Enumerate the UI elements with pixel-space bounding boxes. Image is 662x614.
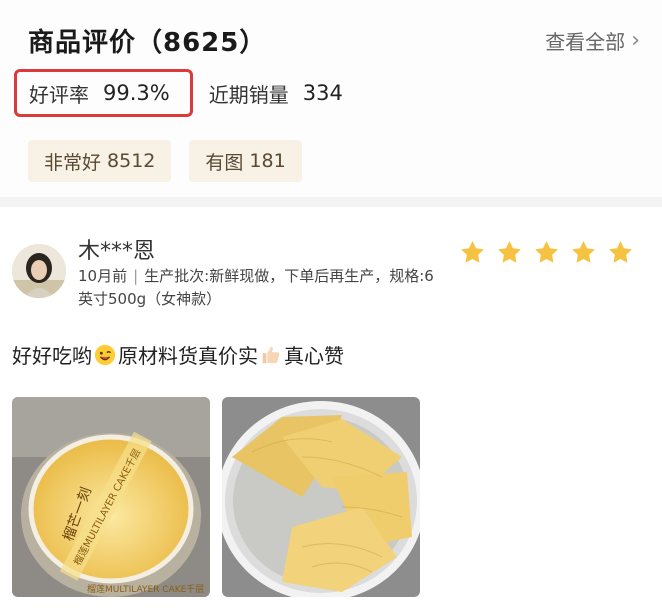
star-rating bbox=[459, 239, 634, 266]
star-icon bbox=[609, 241, 632, 263]
stats-row: 好评率 99.3% 近期销量 334 bbox=[14, 66, 343, 120]
review-photo[interactable]: 榴莲MULTILAYER CAKE千层 榴芒一刻 榴莲MULTILAYER CA… bbox=[12, 397, 210, 597]
recent-sales: 近期销量 334 bbox=[209, 79, 343, 108]
smiley-icon bbox=[94, 344, 116, 365]
product-band-text: 榴莲MULTILAYER CAKE千层 bbox=[87, 583, 204, 595]
positive-rate-label: 好评率 bbox=[29, 82, 89, 107]
reviews-header-card: 商品评价（8625） 查看全部 › 好评率 99.3% 近期销量 334 非常好… bbox=[0, 0, 662, 197]
star-icon bbox=[572, 241, 595, 263]
view-all-link[interactable]: 查看全部 › bbox=[545, 26, 640, 55]
review-tags: 非常好 8512 有图 181 bbox=[28, 140, 302, 182]
view-all-label: 查看全部 bbox=[545, 30, 626, 54]
star-icon bbox=[498, 241, 521, 263]
review-photo[interactable] bbox=[222, 397, 420, 597]
recent-sales-label: 近期销量 bbox=[208, 82, 289, 107]
review-text-part: 真心赞 bbox=[284, 344, 344, 368]
positive-rate-highlight: 好评率 99.3% bbox=[14, 69, 193, 117]
section-divider bbox=[0, 197, 662, 207]
thumbs-up-icon bbox=[262, 346, 280, 363]
review-text: 好好吃哟 原材料货真价实 真心赞 bbox=[12, 340, 344, 369]
tag-with-photos[interactable]: 有图 181 bbox=[189, 140, 302, 182]
star-icon bbox=[535, 241, 558, 263]
chevron-right-icon: › bbox=[631, 28, 640, 53]
avatar[interactable] bbox=[12, 244, 66, 298]
tag-count: 8512 bbox=[107, 150, 156, 172]
review-time: 10月前 bbox=[78, 267, 128, 285]
review-meta: 10月前 | 生产批次:新鲜现做，下单后再生产，规格:6英寸500g（女神款） bbox=[78, 265, 438, 311]
reviewer-username: 木***恩 bbox=[78, 239, 156, 264]
reviews-title: 商品评价（8625） bbox=[28, 28, 267, 58]
tag-count: 181 bbox=[249, 150, 286, 172]
tag-label: 有图 bbox=[205, 151, 244, 174]
review-text-part: 好好吃哟 bbox=[12, 344, 92, 368]
tag-label: 非常好 bbox=[44, 151, 102, 174]
tag-very-good[interactable]: 非常好 8512 bbox=[28, 140, 172, 182]
review-text-part: 原材料货真价实 bbox=[118, 344, 258, 368]
meta-separator: | bbox=[133, 267, 139, 285]
positive-rate-value: 99.3% bbox=[103, 81, 170, 105]
star-icon bbox=[461, 241, 484, 263]
recent-sales-value: 334 bbox=[302, 81, 343, 105]
review-spec: 生产批次:新鲜现做，下单后再生产，规格:6英寸500g（女神款） bbox=[78, 267, 434, 308]
